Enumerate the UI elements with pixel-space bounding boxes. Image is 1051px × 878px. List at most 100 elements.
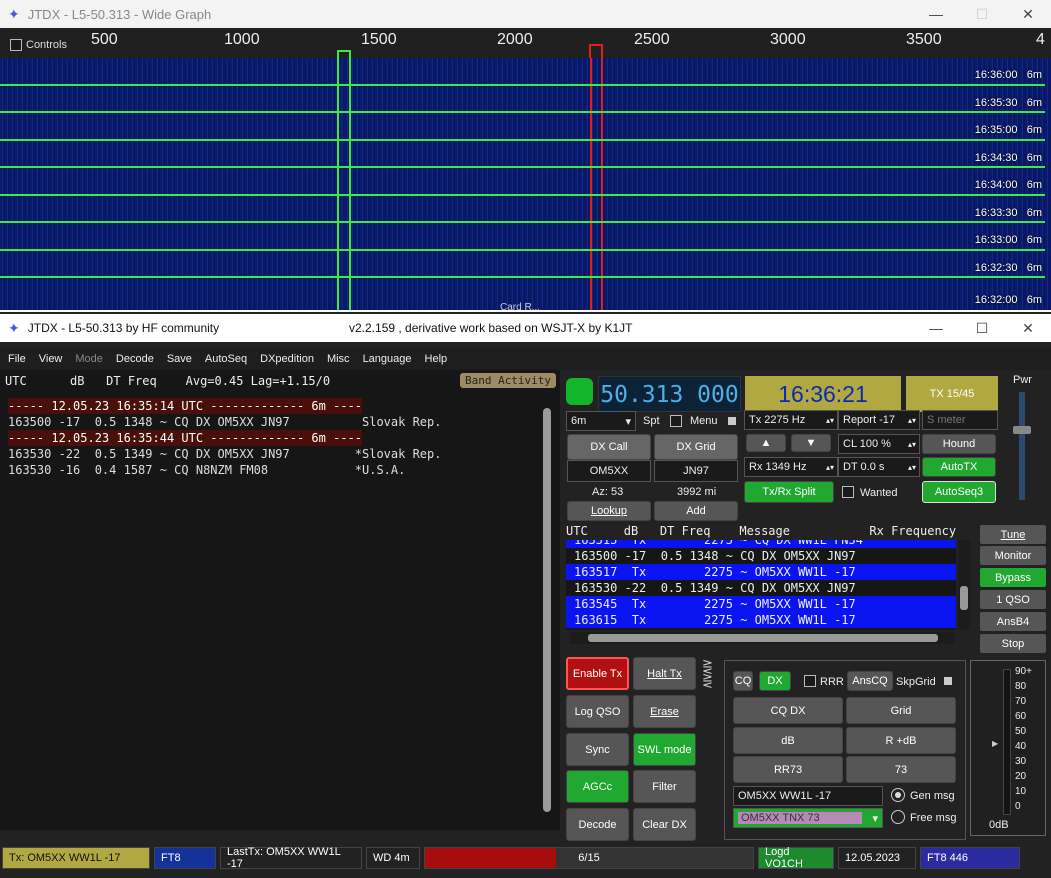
menu-decode[interactable]: Decode bbox=[116, 353, 154, 365]
pwr-slider[interactable] bbox=[1019, 392, 1025, 500]
dx-grid-field[interactable]: JN97 bbox=[654, 460, 738, 482]
spt-checkbox[interactable] bbox=[670, 415, 682, 427]
menu-checkbox[interactable] bbox=[726, 415, 738, 427]
period-line bbox=[0, 276, 1045, 278]
menu-mode[interactable]: Mode bbox=[75, 353, 103, 365]
sync-button[interactable]: Sync bbox=[566, 733, 629, 766]
rrr-checkbox[interactable] bbox=[804, 675, 816, 687]
rx-list-vscrollbar[interactable] bbox=[958, 540, 970, 630]
report-spinbox[interactable]: Report -17 ▴▾ bbox=[838, 410, 920, 430]
decode-list[interactable]: ----- 12.05.23 16:35:14 UTC ------------… bbox=[8, 398, 538, 478]
menu-misc[interactable]: Misc bbox=[327, 353, 350, 365]
tx-freq-spinbox[interactable]: Tx 2275 Hz ▴▾ bbox=[744, 410, 838, 430]
menu-help[interactable]: Help bbox=[425, 353, 448, 365]
cl-spinbox[interactable]: CL 100 % ▴▾ bbox=[838, 434, 920, 454]
dx-call-button[interactable]: DX Call bbox=[567, 434, 651, 460]
tx-direction-icon: ⋛ ⋛ bbox=[702, 659, 713, 688]
rx-row[interactable]: 163530 -22 0.5 1349 ~ CQ DX OM5XX JN97 bbox=[566, 580, 956, 596]
s-meter-field[interactable]: S meter bbox=[922, 410, 998, 430]
txrx-split-button[interactable]: Tx/Rx Split bbox=[744, 481, 834, 503]
tx-period-button[interactable]: TX 15/45 bbox=[906, 376, 998, 412]
rx-row[interactable]: 163500 -17 0.5 1348 ~ CQ DX OM5XX JN97 bbox=[566, 548, 956, 564]
msg-grid-button[interactable]: Grid bbox=[846, 697, 956, 724]
rx-freq-line bbox=[337, 58, 339, 310]
meter-tick: 0 bbox=[1015, 801, 1021, 812]
rx-row[interactable]: 163615 Tx 2275 ~ OM5XX WW1L -17 bbox=[566, 612, 956, 628]
rx-frequency-list[interactable]: 163515 Tx 2275 ~ CQ DX WW1L FN54 163500 … bbox=[566, 540, 956, 630]
free-msg-radio[interactable] bbox=[891, 810, 905, 824]
dt-spinbox[interactable]: DT 0.0 s ▴▾ bbox=[838, 457, 920, 477]
decode-row[interactable]: 163500 -17 0.5 1348 ~ CQ DX OM5XX JN97 S… bbox=[8, 414, 538, 430]
decode-button[interactable]: Decode bbox=[566, 808, 629, 841]
enable-tx-button[interactable]: Enable Tx bbox=[566, 657, 629, 690]
tx-marker[interactable] bbox=[589, 44, 603, 58]
autoseq3-button[interactable]: AutoSeq3 bbox=[922, 481, 996, 503]
halt-tx-button[interactable]: Halt Tx bbox=[633, 657, 696, 690]
msg-cq-dx-button[interactable]: CQ DX bbox=[733, 697, 843, 724]
msg-db-button[interactable]: dB bbox=[733, 727, 843, 754]
menu-file[interactable]: File bbox=[8, 353, 26, 365]
controls-checkbox[interactable]: Controls bbox=[10, 39, 67, 51]
wide-graph-window: ✦ JTDX - L5-50.313 - Wide Graph — ☐ ✕ Co… bbox=[0, 0, 1051, 312]
agcc-button[interactable]: AGCc bbox=[566, 770, 629, 803]
dx-button[interactable]: DX bbox=[759, 671, 791, 691]
rx-list-hscrollbar[interactable] bbox=[570, 632, 954, 644]
hound-button[interactable]: Hound bbox=[922, 434, 996, 454]
add-button[interactable]: Add bbox=[654, 501, 738, 521]
log-qso-button[interactable]: Log QSO bbox=[566, 695, 629, 728]
cq-button[interactable]: CQ bbox=[733, 671, 753, 691]
band-select[interactable]: 6m ▾ bbox=[566, 411, 636, 431]
gen-msg-radio[interactable] bbox=[891, 788, 905, 802]
down-arrow-icon[interactable]: ▼ bbox=[791, 434, 831, 452]
msg-rr73-button[interactable]: RR73 bbox=[733, 756, 843, 783]
msg-73-button[interactable]: 73 bbox=[846, 756, 956, 783]
maximize-icon[interactable]: ☐ bbox=[959, 314, 1005, 342]
decode-row[interactable]: 163530 -16 0.4 1587 ~ CQ N8NZM FM08 *U.S… bbox=[8, 462, 538, 478]
rx-row[interactable]: 163517 Tx 2275 ~ OM5XX WW1L -17 bbox=[566, 564, 956, 580]
band-activity-button[interactable]: Band Activity bbox=[460, 373, 556, 388]
rx-row[interactable]: 163515 Tx 2275 ~ CQ DX WW1L FN54 bbox=[566, 540, 956, 548]
rx-freq-spinbox[interactable]: Rx 1349 Hz ▴▾ bbox=[744, 457, 838, 477]
maximize-icon[interactable]: ☐ bbox=[959, 0, 1005, 28]
wanted-checkbox[interactable] bbox=[842, 486, 854, 498]
menu-language[interactable]: Language bbox=[363, 353, 412, 365]
one-qso-button[interactable]: 1 QSO bbox=[980, 590, 1046, 609]
minimize-icon[interactable]: — bbox=[913, 0, 959, 28]
pwr-slider-handle[interactable] bbox=[1013, 426, 1031, 434]
tune-button[interactable]: Tune bbox=[980, 525, 1046, 544]
up-arrow-icon[interactable]: ▲ bbox=[746, 434, 786, 452]
bypass-button[interactable]: Bypass bbox=[980, 568, 1046, 587]
decode-scrollbar[interactable] bbox=[540, 392, 554, 828]
msg-r-db-button[interactable]: R +dB bbox=[846, 727, 956, 754]
dx-grid-button[interactable]: DX Grid bbox=[654, 434, 738, 460]
frequency-scale[interactable]: Controls 500 1000 1500 2000 2500 3000 35… bbox=[0, 28, 1051, 58]
decode-row[interactable]: ----- 12.05.23 16:35:14 UTC ------------… bbox=[8, 398, 538, 414]
dx-call-field[interactable]: OM5XX bbox=[567, 460, 651, 482]
gen-msg-field[interactable]: OM5XX WW1L -17 bbox=[733, 786, 883, 806]
skpgrid-checkbox[interactable] bbox=[942, 675, 954, 687]
dial-frequency[interactable]: 50.313 000 bbox=[598, 376, 741, 412]
close-icon[interactable]: ✕ bbox=[1005, 314, 1051, 342]
clear-dx-button[interactable]: Clear DX bbox=[633, 808, 696, 841]
rx-row[interactable]: 163545 Tx 2275 ~ OM5XX WW1L -17 bbox=[566, 596, 956, 612]
menu-view[interactable]: View bbox=[39, 353, 63, 365]
erase-button[interactable]: Erase bbox=[633, 695, 696, 728]
lookup-button[interactable]: Lookup bbox=[567, 501, 651, 521]
anscq-button[interactable]: AnsCQ bbox=[847, 671, 893, 691]
minimize-icon[interactable]: — bbox=[913, 314, 959, 342]
menu-save[interactable]: Save bbox=[167, 353, 192, 365]
waterfall[interactable]: 16:36:00 6m 16:35:30 6m 16:35:00 6m 16:3… bbox=[0, 58, 1051, 310]
monitor-button[interactable]: Monitor bbox=[980, 546, 1046, 565]
filter-button[interactable]: Filter bbox=[633, 770, 696, 803]
swl-mode-button[interactable]: SWL mode bbox=[633, 733, 696, 766]
close-icon[interactable]: ✕ bbox=[1005, 0, 1051, 28]
ansb4-button[interactable]: AnsB4 bbox=[980, 612, 1046, 631]
stop-button[interactable]: Stop bbox=[980, 634, 1046, 653]
rx-marker[interactable] bbox=[337, 50, 351, 58]
menu-autoseq[interactable]: AutoSeq bbox=[205, 353, 247, 365]
menu-dxpedition[interactable]: DXpedition bbox=[260, 353, 314, 365]
free-msg-select[interactable]: OM5XX TNX 73 ▾ bbox=[733, 808, 883, 828]
autotx-button[interactable]: AutoTX bbox=[922, 457, 996, 477]
decode-row[interactable]: 163530 -22 0.5 1349 ~ CQ DX OM5XX JN97 *… bbox=[8, 446, 538, 462]
decode-row[interactable]: ----- 12.05.23 16:35:44 UTC ------------… bbox=[8, 430, 538, 446]
